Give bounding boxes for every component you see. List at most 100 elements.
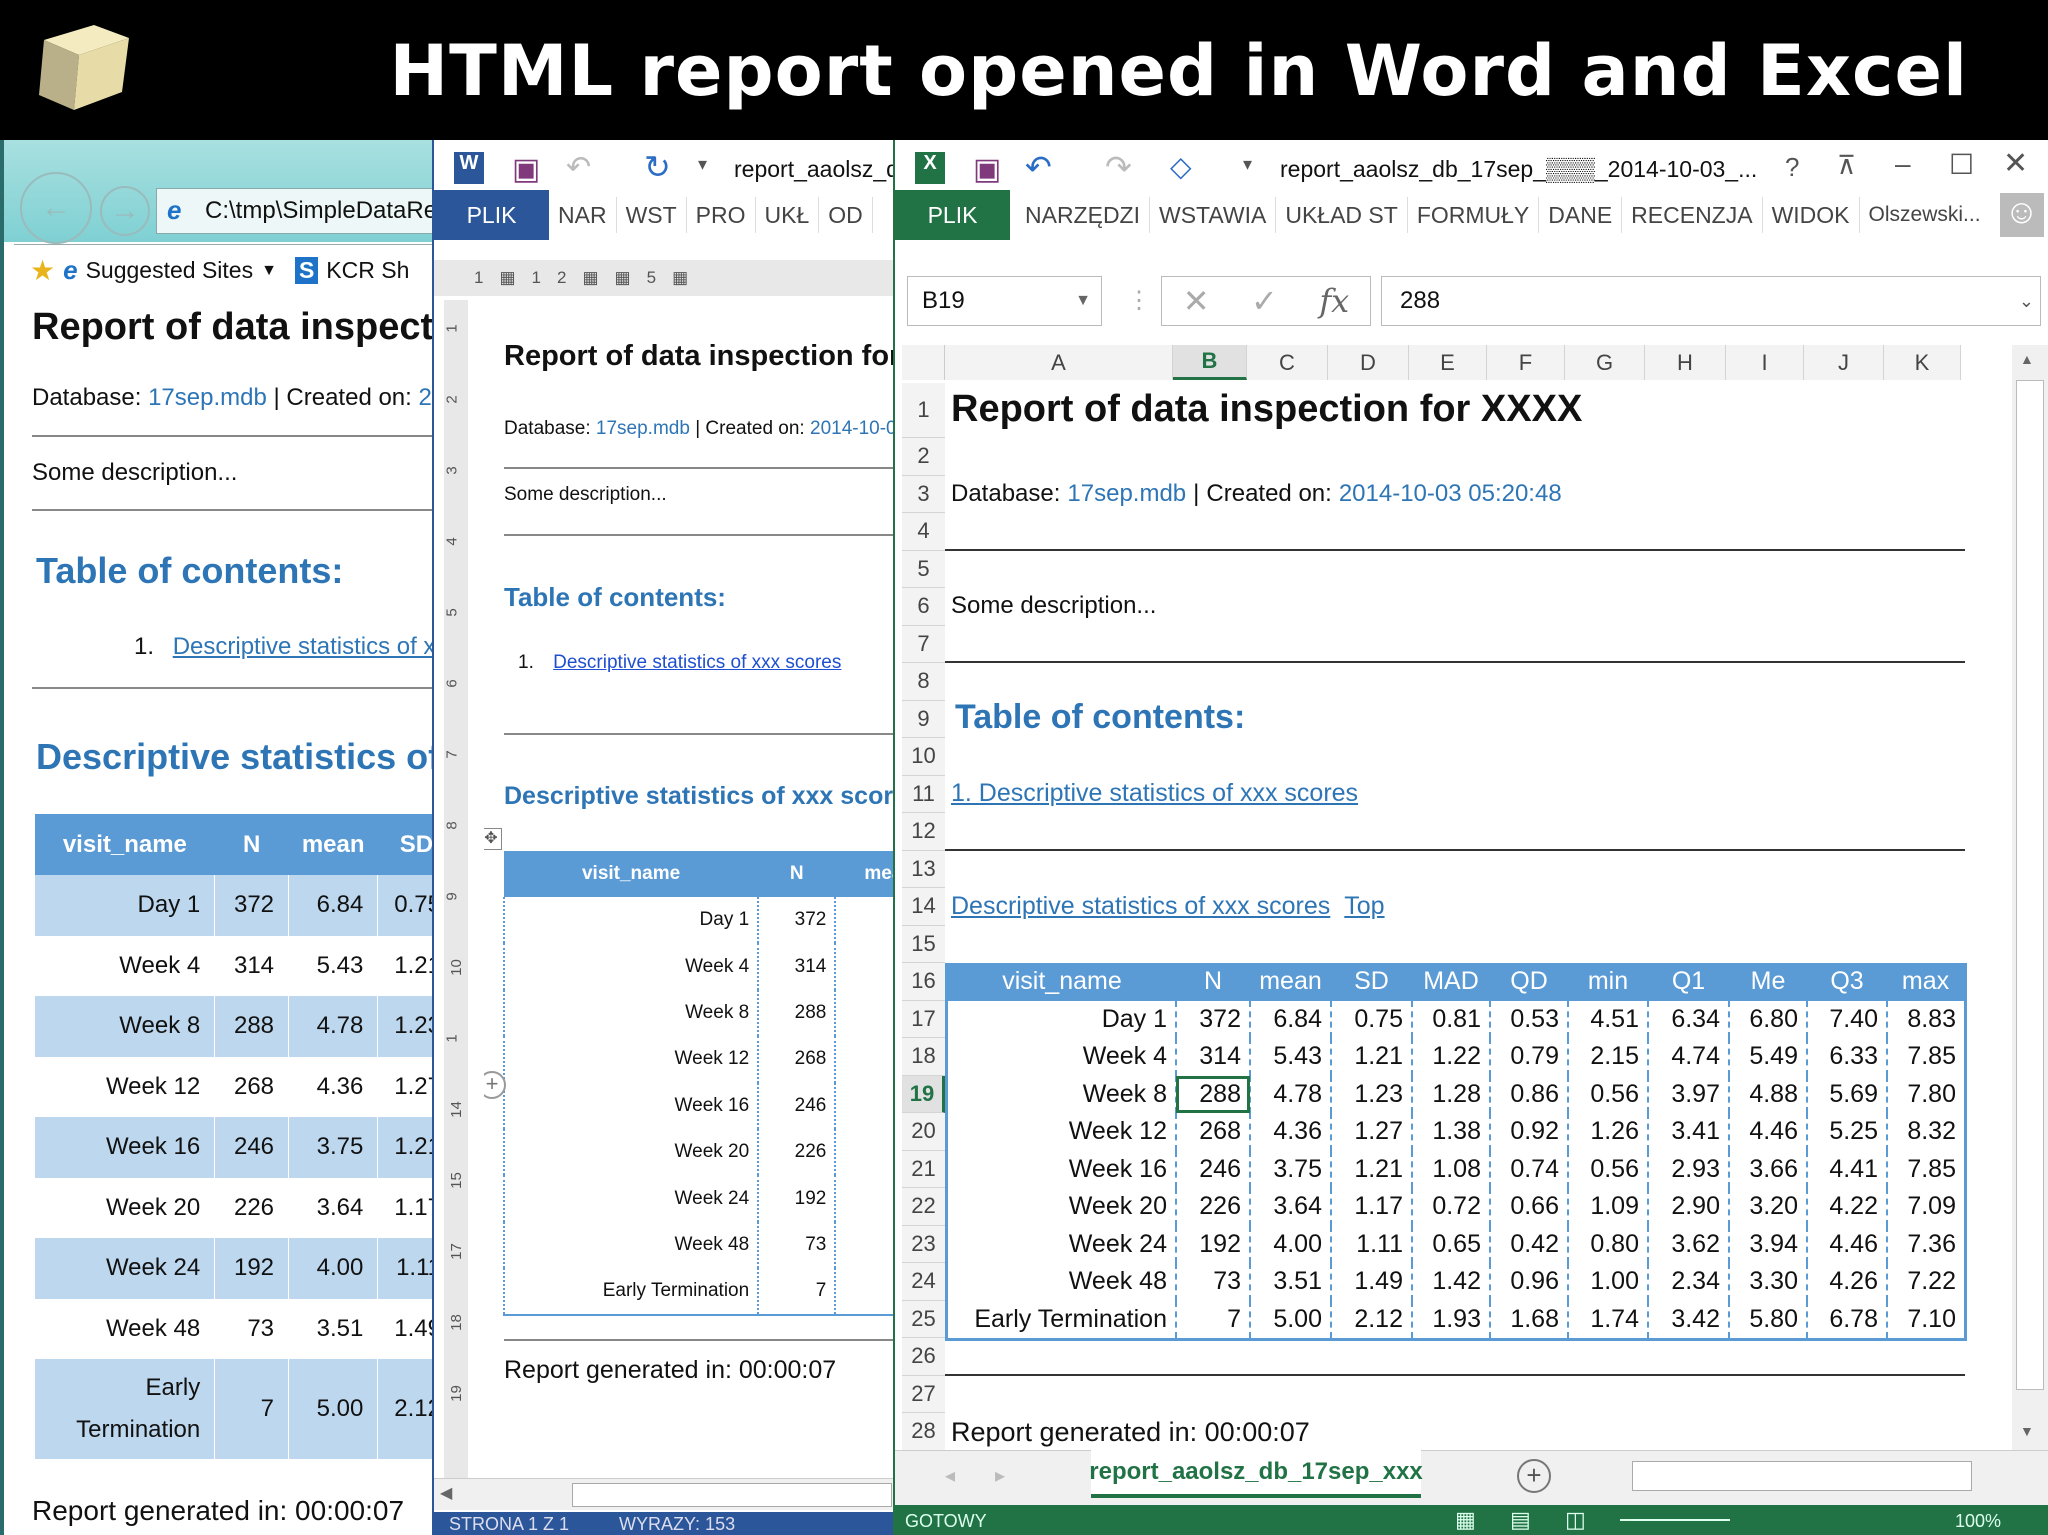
cell-Q3[interactable]: 4.46 [1806, 1225, 1887, 1263]
cell-Q1[interactable]: 3.62 [1647, 1225, 1729, 1263]
redo-icon[interactable]: ↻ [644, 148, 671, 186]
cell-visit_name[interactable]: Day 1 [948, 1001, 1176, 1039]
cell-mean[interactable]: 5.00 [1249, 1300, 1331, 1338]
horizontal-scrollbar[interactable]: ◀ [434, 1478, 893, 1510]
cell-N[interactable]: 7 [1175, 1300, 1250, 1338]
column-header-K[interactable]: K [1884, 345, 1961, 380]
cell-min[interactable]: 0.56 [1567, 1075, 1648, 1113]
cell-N[interactable]: 192 [1175, 1225, 1250, 1263]
column-header-mean[interactable]: mean [289, 814, 378, 875]
row-header-17[interactable]: 17 [902, 1000, 945, 1038]
cell-N[interactable]: 314 [1175, 1038, 1250, 1076]
cell-Q1[interactable]: 4.74 [1647, 1038, 1729, 1076]
column-header-I[interactable]: I [1726, 345, 1804, 380]
cell-SD[interactable]: 0.75 [1330, 1000, 1412, 1038]
cell-QD[interactable]: 0.42 [1489, 1225, 1568, 1263]
column-header-G[interactable]: G [1565, 345, 1645, 380]
column-header-MAD[interactable]: MAD [1412, 963, 1490, 1001]
cell-MAD[interactable]: 1.22 [1411, 1038, 1490, 1076]
cell-Q1[interactable]: 2.34 [1647, 1263, 1729, 1301]
cell-Q1[interactable]: 2.90 [1647, 1188, 1729, 1226]
selected-cell[interactable]: 288 [1175, 1075, 1250, 1113]
cell-Me[interactable]: 3.20 [1728, 1188, 1807, 1226]
column-header-D[interactable]: D [1328, 345, 1409, 380]
row-header-20[interactable]: 20 [902, 1113, 945, 1151]
column-header-B[interactable]: B [1173, 345, 1247, 380]
row-header-2[interactable]: 2 [902, 438, 945, 476]
cell-mean[interactable]: 4.36 [1249, 1113, 1331, 1151]
tab-pro[interactable]: PRO [687, 197, 756, 233]
cell-MAD[interactable]: 1.93 [1411, 1300, 1490, 1338]
cell-MAD[interactable]: 1.38 [1411, 1113, 1490, 1151]
vertical-ruler[interactable]: 1 2 3 4 5 6 7 8 9 10 1 14 15 17 18 19 [444, 300, 468, 1478]
row-header-25[interactable]: 25 [902, 1300, 945, 1338]
zoom-level[interactable]: 100% [1955, 1511, 2001, 1532]
column-header-mean[interactable]: mean [1250, 963, 1331, 1001]
column-header-N[interactable]: N [215, 814, 289, 875]
cell-Q1[interactable]: 3.42 [1647, 1300, 1729, 1338]
favorite-kcr[interactable]: KCR Sh [326, 257, 409, 284]
cell-mean[interactable]: 3.75 [1249, 1150, 1331, 1188]
toc-link[interactable]: Descriptive statistics of xxx scores [173, 633, 432, 660]
cell-Q1[interactable]: 6.34 [1647, 1000, 1729, 1038]
row-header-8[interactable]: 8 [902, 663, 945, 701]
cell-MAD[interactable]: 0.72 [1411, 1188, 1490, 1226]
cell-min[interactable]: 4.51 [1567, 1000, 1648, 1038]
scroll-left-icon[interactable]: ◀ [440, 1483, 452, 1503]
cell-visit_name[interactable]: Week 4 [948, 1038, 1176, 1076]
zoom-slider[interactable] [1620, 1519, 1730, 1521]
cell-MAD[interactable]: 1.08 [1411, 1150, 1490, 1188]
cell-max[interactable]: 8.83 [1886, 1000, 1964, 1038]
cell-Q1[interactable]: 3.97 [1647, 1075, 1729, 1113]
tab-nar[interactable]: NAR [549, 197, 617, 233]
row-header-15[interactable]: 15 [902, 925, 945, 963]
scrollbar-thumb[interactable] [572, 1483, 892, 1507]
column-header-N[interactable]: N [1176, 963, 1250, 1001]
tab-wst[interactable]: WST [617, 197, 687, 233]
column-header-N[interactable]: N [758, 851, 835, 897]
cell-Me[interactable]: 3.30 [1728, 1263, 1807, 1301]
cell-SD[interactable]: 1.49 [1330, 1263, 1412, 1301]
cell-visit_name[interactable]: Week 48 [948, 1263, 1176, 1301]
cell-SD[interactable]: 1.27 [1330, 1113, 1412, 1151]
cell-Me[interactable]: 5.49 [1728, 1038, 1807, 1076]
cell-visit_name[interactable]: Week 8 [948, 1076, 1176, 1114]
cell-Me[interactable]: 4.88 [1728, 1075, 1807, 1113]
cell-mean[interactable]: 4.00 [1249, 1225, 1331, 1263]
cell-max[interactable]: 7.09 [1886, 1188, 1964, 1226]
tab-od[interactable]: OD [819, 197, 873, 233]
cell-Q3[interactable]: 6.33 [1806, 1038, 1887, 1076]
page-count[interactable]: STRONA 1 Z 1 [449, 1514, 569, 1535]
cell-SD[interactable]: 1.23 [1330, 1075, 1412, 1113]
row-header-22[interactable]: 22 [902, 1188, 945, 1226]
cell-mean[interactable]: 3.64 [1249, 1188, 1331, 1226]
dropdown-arrow-icon[interactable]: ▼ [261, 262, 277, 280]
cell-max[interactable]: 7.10 [1886, 1300, 1964, 1338]
page-break-icon[interactable]: ◫ [1565, 1507, 1586, 1533]
column-header-A[interactable]: A [945, 345, 1173, 380]
cell-SD[interactable]: 1.11 [1330, 1225, 1412, 1263]
document-page[interactable]: Report of data inspection for XXXX Datab… [484, 300, 893, 1478]
cell-max[interactable]: 7.80 [1886, 1075, 1964, 1113]
undo-icon[interactable]: ↶ [566, 150, 591, 185]
cell-min[interactable]: 1.00 [1567, 1263, 1648, 1301]
row-header-23[interactable]: 23 [902, 1225, 945, 1263]
cell-min[interactable]: 1.09 [1567, 1188, 1648, 1226]
favorites-star-icon[interactable]: ★ [30, 254, 55, 287]
cell-max[interactable]: 8.32 [1886, 1113, 1964, 1151]
address-bar[interactable]: e C:\tmp\SimpleDataRep [156, 188, 432, 234]
cell-SD[interactable]: 1.21 [1330, 1038, 1412, 1076]
table-move-handle-icon[interactable]: ✥ [484, 828, 502, 850]
cell-min[interactable]: 2.15 [1567, 1038, 1648, 1076]
cell-mean[interactable]: 6.84 [1249, 1000, 1331, 1038]
cell-MAD[interactable]: 1.42 [1411, 1263, 1490, 1301]
cell-min[interactable]: 1.74 [1567, 1300, 1648, 1338]
row-header-9[interactable]: 9 [902, 700, 945, 738]
toc-link[interactable]: Descriptive statistics of xxx scores [553, 652, 841, 673]
vertical-scrollbar[interactable]: ▲ ▼ [2012, 345, 2048, 1450]
row-header-10[interactable]: 10 [902, 738, 945, 776]
cell-MAD[interactable]: 1.28 [1411, 1075, 1490, 1113]
cell-QD[interactable]: 0.96 [1489, 1263, 1568, 1301]
cell-max[interactable]: 7.85 [1886, 1150, 1964, 1188]
cell-MAD[interactable]: 0.65 [1411, 1225, 1490, 1263]
